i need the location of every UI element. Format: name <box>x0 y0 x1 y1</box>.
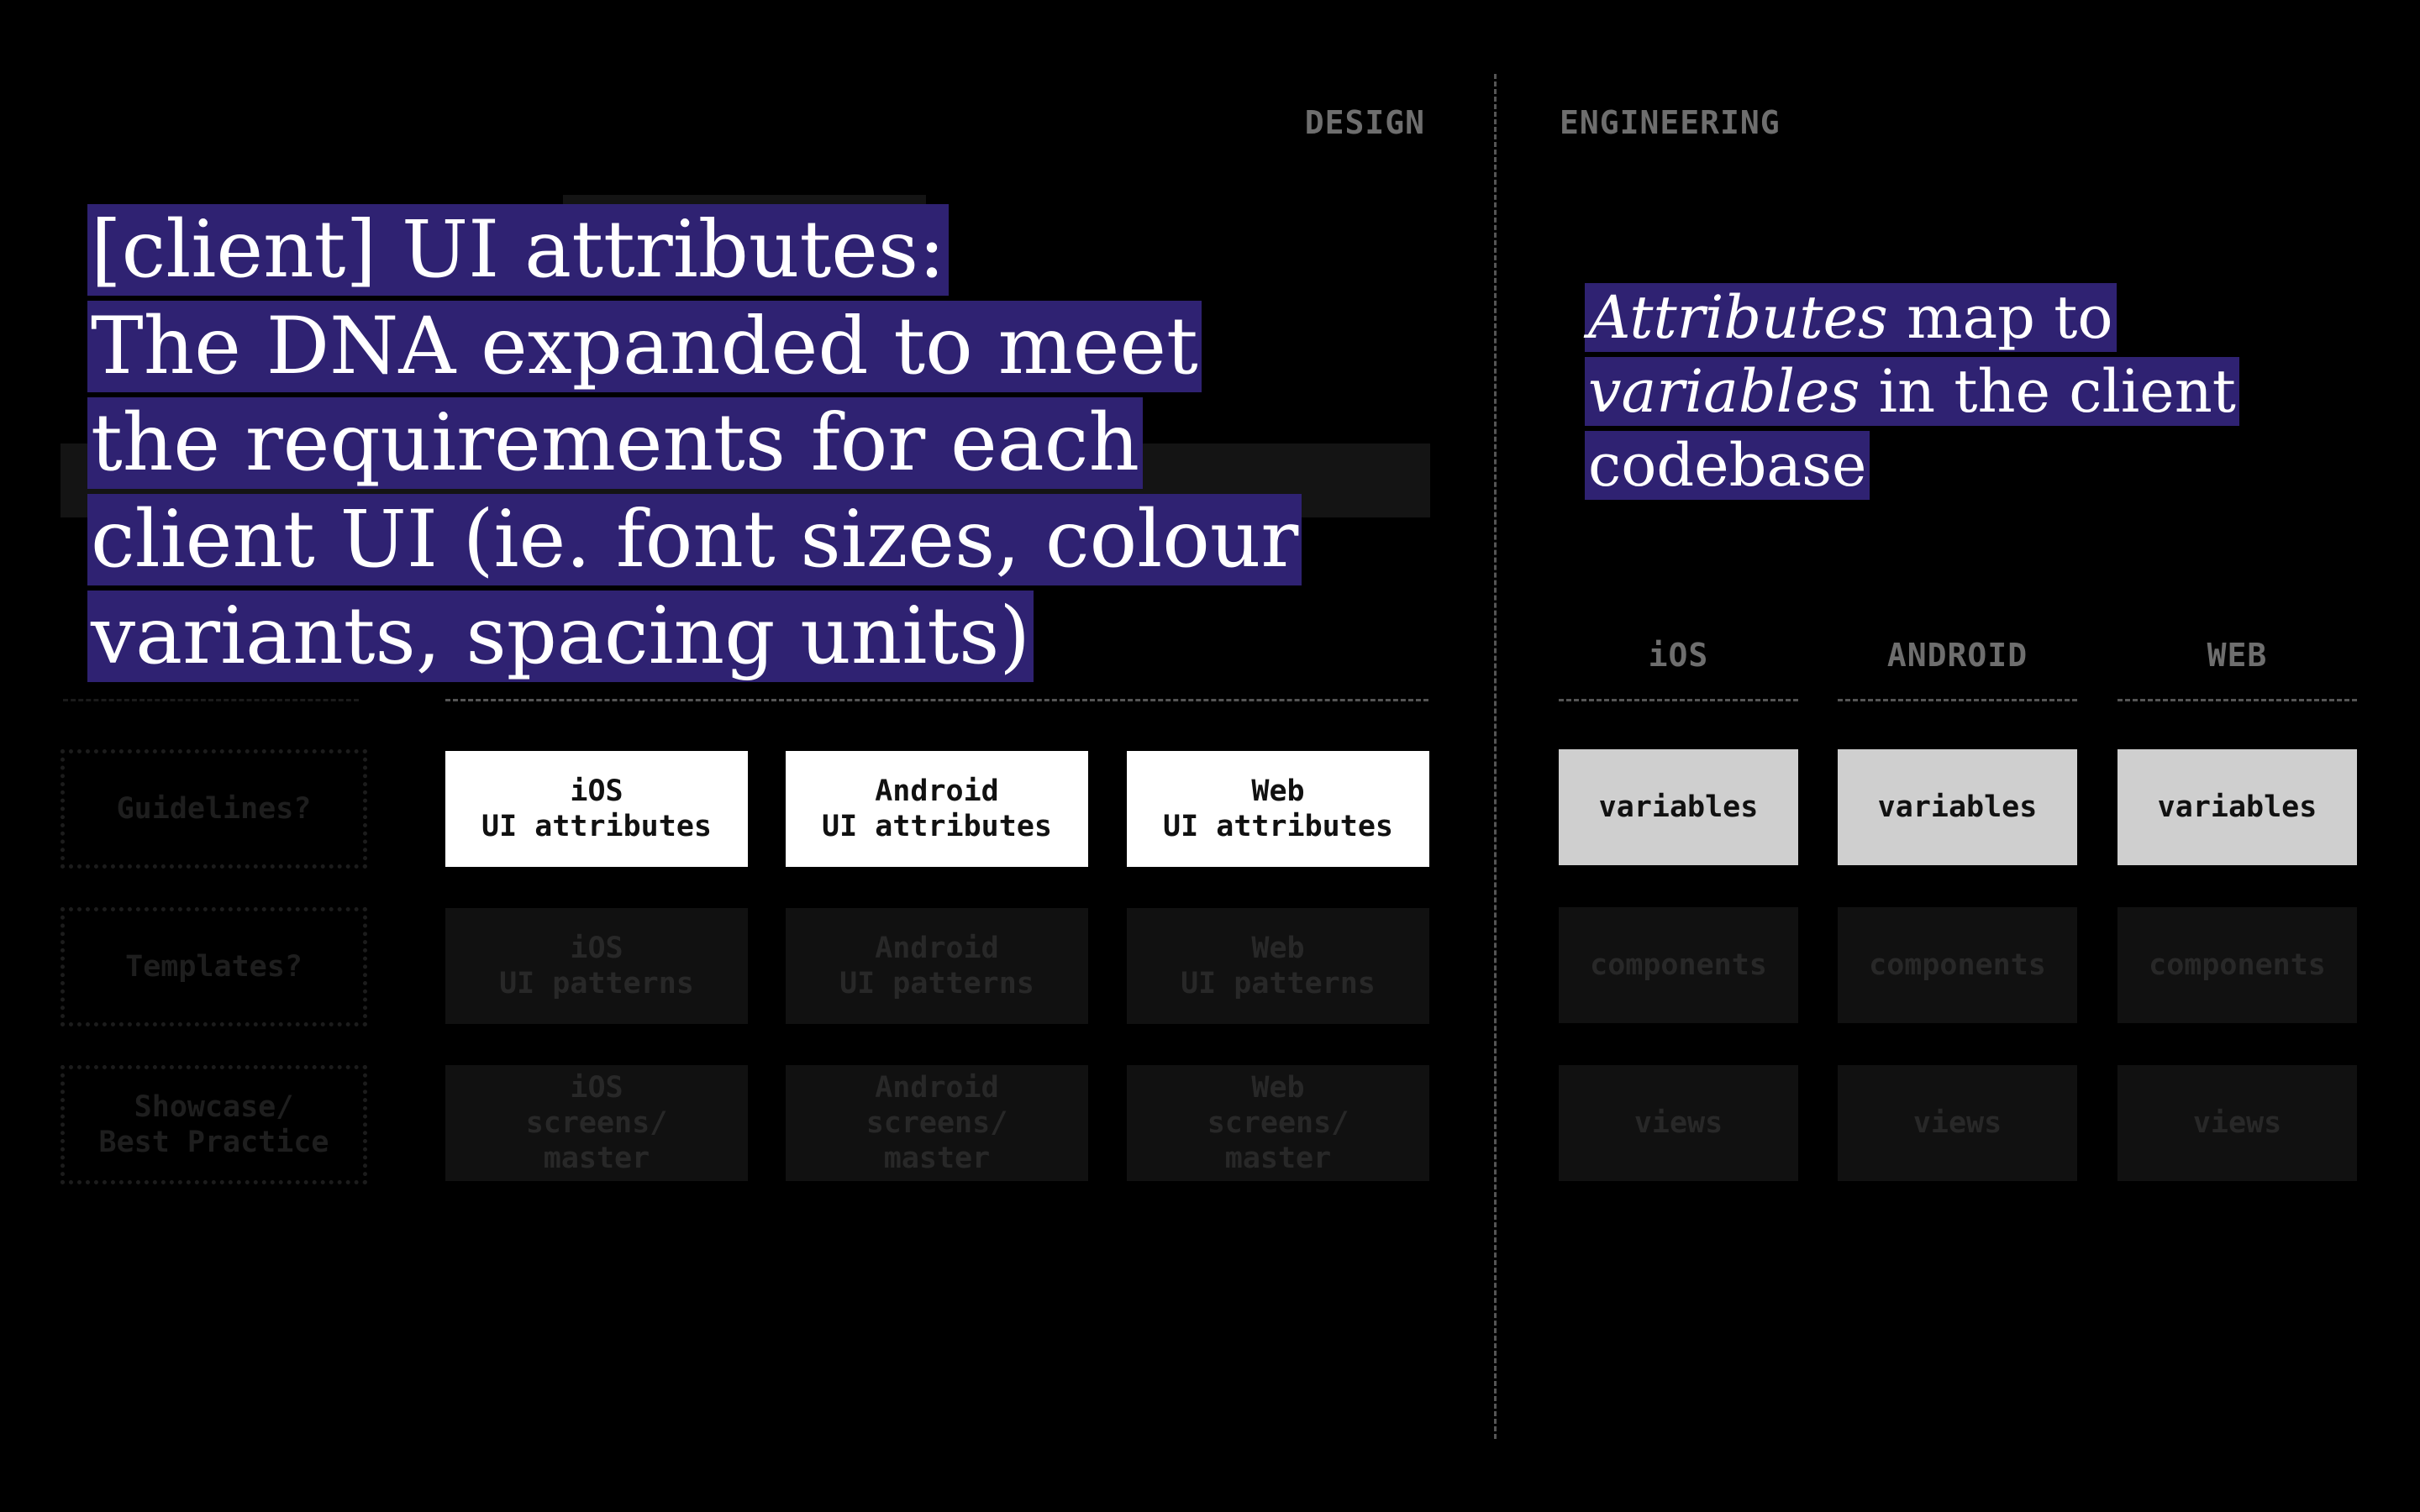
web-screens-box: Web screens/ master <box>1127 1065 1429 1181</box>
templates-label: Templates? <box>60 907 367 1026</box>
guidelines-label: Guidelines? <box>60 749 367 869</box>
engineering-header: ENGINEERING <box>1560 104 1781 141</box>
android-views-box: views <box>1838 1065 2077 1181</box>
web-ui-patterns-box: Web UI patterns <box>1127 908 1429 1024</box>
callout-body: The DNA expanded to meet the requirement… <box>87 301 1302 682</box>
web-ui-attributes-box: Web UI attributes <box>1127 751 1429 867</box>
android-ui-attributes-box: Android UI attributes <box>786 751 1088 867</box>
web-variables-box: variables <box>2118 749 2357 865</box>
android-components-box: components <box>1838 907 2077 1023</box>
ios-views-box: views <box>1559 1065 1798 1181</box>
android-variables-box: variables <box>1838 749 2077 865</box>
android-header: ANDROID <box>1886 637 2028 674</box>
showcase-label: Showcase/ Best Practice <box>60 1065 367 1184</box>
product-header-line <box>445 699 1428 701</box>
web-components-box: components <box>2118 907 2357 1023</box>
android-ui-patterns-box: Android UI patterns <box>786 908 1088 1024</box>
attributes-map-note: Attributes map to variables in the clien… <box>1585 281 2341 502</box>
ios-ui-attributes-box: iOS UI attributes <box>445 751 748 867</box>
design-header: DESIGN <box>1304 104 1425 141</box>
web-header-line <box>2118 699 2357 701</box>
ios-variables-box: variables <box>1559 749 1798 865</box>
ui-attributes-callout: [client] UI attributes: The DNA expanded… <box>87 202 1348 685</box>
web-header: WEB <box>2207 637 2268 674</box>
android-header-line <box>1838 699 2077 701</box>
android-screens-box: Android screens/ master <box>786 1065 1088 1181</box>
section-divider <box>1494 74 1497 1439</box>
ios-screens-box: iOS screens/ master <box>445 1065 748 1181</box>
side-header-line <box>63 699 359 701</box>
ios-ui-patterns-box: iOS UI patterns <box>445 908 748 1024</box>
callout-heading: [client] UI attributes: <box>87 204 949 296</box>
ios-header: iOS <box>1648 637 1709 674</box>
ios-components-box: components <box>1559 907 1798 1023</box>
note-attributes: Attributes <box>1588 283 1888 352</box>
note-variables: variables <box>1588 357 1860 426</box>
ios-header-line <box>1559 699 1798 701</box>
note-text: Attributes map to variables in the clien… <box>1585 283 2239 500</box>
web-views-box: views <box>2118 1065 2357 1181</box>
note-map-to: map to <box>1887 283 2113 352</box>
